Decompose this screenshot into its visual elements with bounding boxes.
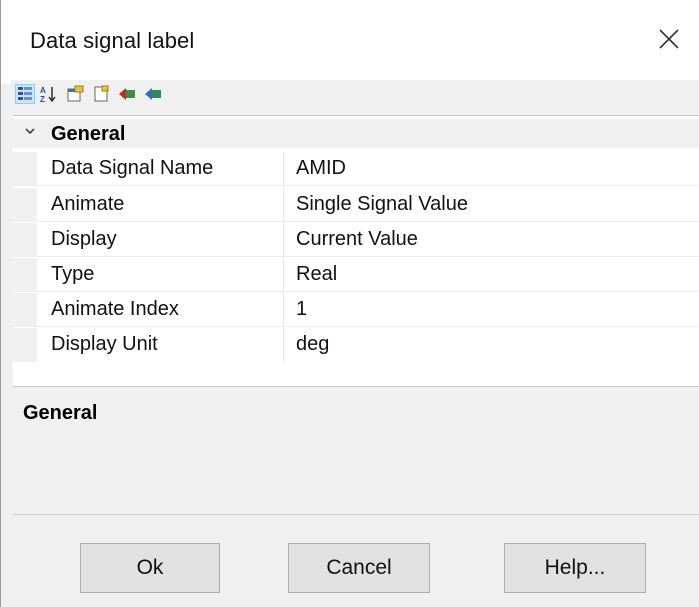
dialog-window: Data signal label A Z General Data Signa… <box>0 0 699 607</box>
title-bar: Data signal label <box>1 0 699 84</box>
column-divider[interactable] <box>283 188 284 222</box>
chevron-down-icon[interactable] <box>23 124 37 138</box>
import-icon[interactable] <box>117 84 137 104</box>
property-grid: General Data Signal Name AMID Animate Si… <box>13 115 699 387</box>
cancel-button[interactable]: Cancel <box>288 543 430 593</box>
column-divider[interactable] <box>283 152 284 186</box>
alphabetical-sort-icon[interactable]: A Z <box>39 84 59 104</box>
new-page-icon[interactable] <box>91 84 111 104</box>
description-title: General <box>23 402 98 424</box>
column-divider[interactable] <box>283 328 284 362</box>
property-name: Animate Index <box>51 298 179 320</box>
close-icon[interactable] <box>654 24 684 54</box>
description-divider <box>13 514 699 515</box>
property-value[interactable]: AMID <box>296 157 346 180</box>
row-divider <box>37 326 699 327</box>
column-divider[interactable] <box>283 223 284 257</box>
property-row[interactable]: Data Signal Name AMID <box>13 152 699 186</box>
row-divider <box>37 185 699 186</box>
categorized-icon[interactable] <box>15 84 35 104</box>
property-name: Display <box>51 228 117 250</box>
property-pages-icon[interactable] <box>65 84 85 104</box>
property-value[interactable]: Current Value <box>296 228 418 251</box>
category-row-general[interactable]: General <box>13 118 699 148</box>
property-value[interactable]: Real <box>296 263 337 286</box>
row-divider <box>37 256 699 257</box>
svg-text:Z: Z <box>40 95 45 103</box>
column-divider[interactable] <box>283 258 284 292</box>
row-gutter <box>13 188 37 222</box>
property-row[interactable]: Animate Single Signal Value <box>13 188 699 222</box>
property-toolbar: A Z <box>11 80 699 110</box>
property-row[interactable]: Animate Index 1 <box>13 293 699 327</box>
property-name: Data Signal Name <box>51 157 214 179</box>
row-gutter <box>13 152 37 186</box>
property-value[interactable]: 1 <box>296 298 307 321</box>
row-gutter <box>13 258 37 292</box>
property-row[interactable]: Display Unit deg <box>13 328 699 362</box>
row-divider <box>37 221 699 222</box>
row-gutter <box>13 223 37 257</box>
export-icon[interactable] <box>143 84 163 104</box>
help-button[interactable]: Help... <box>504 543 646 593</box>
property-name: Display Unit <box>51 333 158 355</box>
property-row[interactable]: Type Real <box>13 258 699 292</box>
row-gutter <box>13 328 37 362</box>
property-value[interactable]: Single Signal Value <box>296 193 468 216</box>
property-value[interactable]: deg <box>296 333 329 356</box>
column-divider[interactable] <box>283 293 284 327</box>
dialog-title: Data signal label <box>30 28 195 53</box>
property-name: Type <box>51 263 95 285</box>
row-divider <box>37 291 699 292</box>
property-row[interactable]: Display Current Value <box>13 223 699 257</box>
ok-button[interactable]: Ok <box>80 543 220 593</box>
row-gutter <box>13 293 37 327</box>
category-label: General <box>51 123 126 145</box>
svg-text:A: A <box>40 86 46 95</box>
property-name: Animate <box>51 193 125 215</box>
